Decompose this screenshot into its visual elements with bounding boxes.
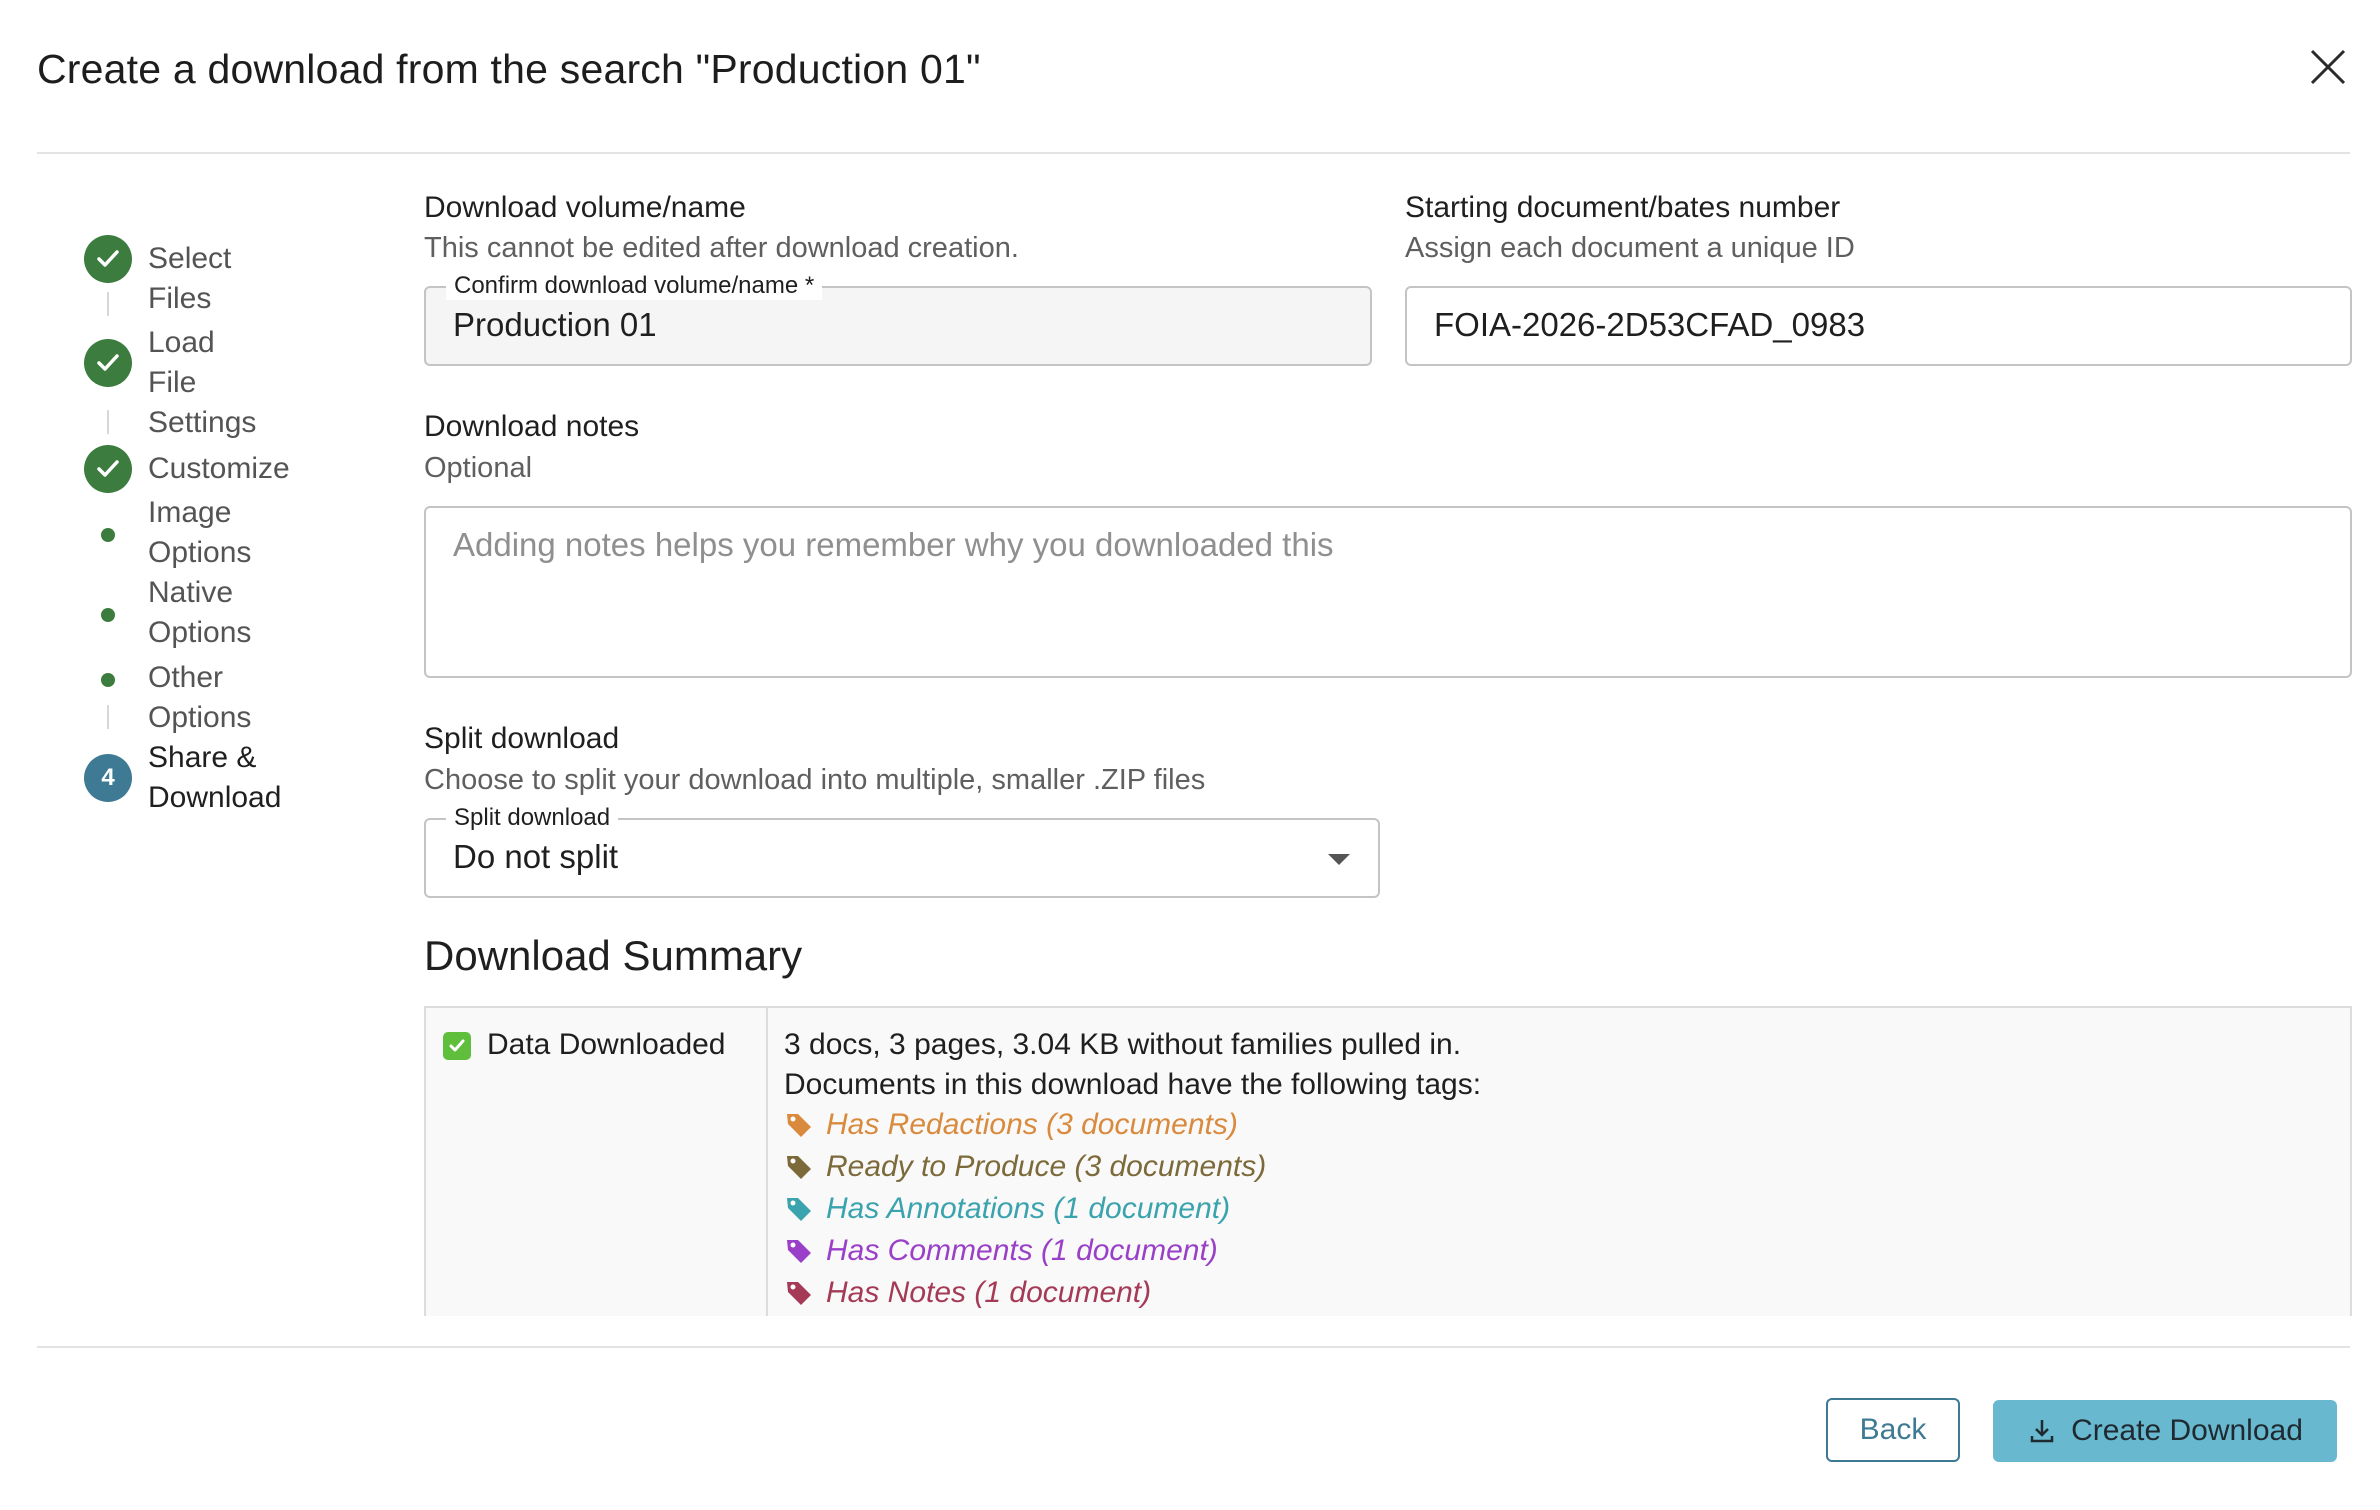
tag-icon: [787, 1240, 811, 1263]
tag-has-notes: Has Notes (1 document): [784, 1276, 1151, 1310]
notes-help: Optional: [424, 452, 533, 484]
notes-textarea[interactable]: Adding notes helps you remember why you …: [424, 506, 2352, 678]
step-share-line1: Share &: [148, 741, 257, 774]
substep-image-line1: Image: [148, 496, 232, 529]
summary-tags-intro: Documents in this download have the foll…: [784, 1068, 1482, 1101]
bates-number-value: FOIA-2026-2D53CFAD_0983: [1434, 306, 1866, 343]
split-help: Choose to split your download into multi…: [424, 764, 1206, 796]
step-customize[interactable]: Customize: [148, 449, 290, 489]
substep-native-options[interactable]: Native Options: [148, 573, 251, 653]
bates-label: Starting document/bates number: [1405, 191, 1841, 224]
chevron-down-icon[interactable]: [1328, 854, 1350, 865]
volume-help: This cannot be edited after download cre…: [424, 232, 1019, 264]
substep-image-line2: Options: [148, 536, 252, 569]
split-download-select[interactable]: Split download Do not split: [424, 804, 1380, 898]
tag-label: Has Redactions (3 documents): [826, 1108, 1238, 1141]
summary-table: Data Downloaded 3 docs, 3 pages, 3.04 KB…: [424, 1006, 2352, 1316]
close-icon[interactable]: [2307, 46, 2349, 88]
tag-icon: [787, 1198, 811, 1221]
summary-docs-line: 3 docs, 3 pages, 3.04 KB without familie…: [784, 1028, 1462, 1061]
substep-other-options[interactable]: Other Options: [148, 658, 251, 738]
step-share-number-badge: 4: [84, 754, 132, 802]
step-load-file-line2: Settings: [148, 406, 257, 439]
footer-divider: [37, 1346, 2350, 1348]
step-connector: [107, 410, 109, 434]
summary-heading: Download Summary: [424, 932, 803, 979]
split-field-label: Split download: [446, 804, 619, 832]
step-select-files[interactable]: Select Files: [148, 239, 231, 319]
substep-dot: [101, 528, 115, 542]
split-download-value: Do not split: [453, 838, 619, 875]
tag-has-annotations: Has Annotations (1 document): [784, 1192, 1230, 1226]
step-load-file-line1: Load File: [148, 326, 215, 399]
tag-label: Has Comments (1 document): [826, 1234, 1218, 1267]
tag-label: Has Annotations (1 document): [826, 1192, 1231, 1225]
tag-label: Ready to Produce (3 documents): [826, 1150, 1267, 1183]
create-download-button[interactable]: Create Download: [1993, 1400, 2337, 1462]
substep-native-line1: Native: [148, 576, 234, 609]
step-load-file-settings[interactable]: Load File Settings: [148, 323, 256, 443]
tag-label: Has Notes (1 document): [826, 1276, 1152, 1309]
tag-icon: [787, 1282, 811, 1305]
bates-help: Assign each document a unique ID: [1405, 232, 1855, 264]
split-label: Split download: [424, 722, 620, 755]
step-share-download[interactable]: Share & Download: [148, 738, 281, 818]
back-button[interactable]: Back: [1826, 1398, 1960, 1462]
step-connector: [107, 705, 109, 729]
substep-native-line2: Options: [148, 616, 252, 649]
download-icon: [2030, 1420, 2054, 1443]
create-download-label: Create Download: [2071, 1414, 2303, 1447]
tag-ready-to-produce: Ready to Produce (3 documents): [784, 1150, 1266, 1184]
bates-number-field[interactable]: FOIA-2026-2D53CFAD_0983: [1405, 286, 2352, 366]
volume-label: Download volume/name: [424, 191, 746, 224]
substep-dot: [101, 608, 115, 622]
step-connector: [107, 292, 109, 316]
volume-name-value: Production 01: [453, 306, 657, 343]
step-customize-check-icon: [84, 445, 132, 493]
substep-dot: [101, 673, 115, 687]
tag-has-comments: Has Comments (1 document): [784, 1234, 1218, 1268]
volume-name-field[interactable]: Confirm download volume/name * Productio…: [424, 272, 1372, 366]
notes-placeholder: Adding notes helps you remember why you …: [453, 526, 1334, 563]
summary-row-title: Data Downloaded: [487, 1028, 726, 1061]
step-select-files-check-icon: [84, 235, 132, 283]
notes-label: Download notes: [424, 410, 640, 443]
tag-has-redactions: Has Redactions (3 documents): [784, 1108, 1238, 1142]
substep-image-options[interactable]: Image Options: [148, 493, 251, 573]
tag-icon: [787, 1156, 811, 1179]
step-share-line2: Download: [148, 781, 282, 814]
volume-field-label: Confirm download volume/name *: [446, 272, 823, 300]
summary-column-divider: [766, 1008, 768, 1316]
tag-icon: [787, 1114, 811, 1137]
step-load-file-check-icon: [84, 339, 132, 387]
header-divider: [37, 152, 2350, 154]
check-mark-icon: [443, 1032, 471, 1060]
dialog-title: Create a download from the search "Produ…: [37, 46, 981, 92]
